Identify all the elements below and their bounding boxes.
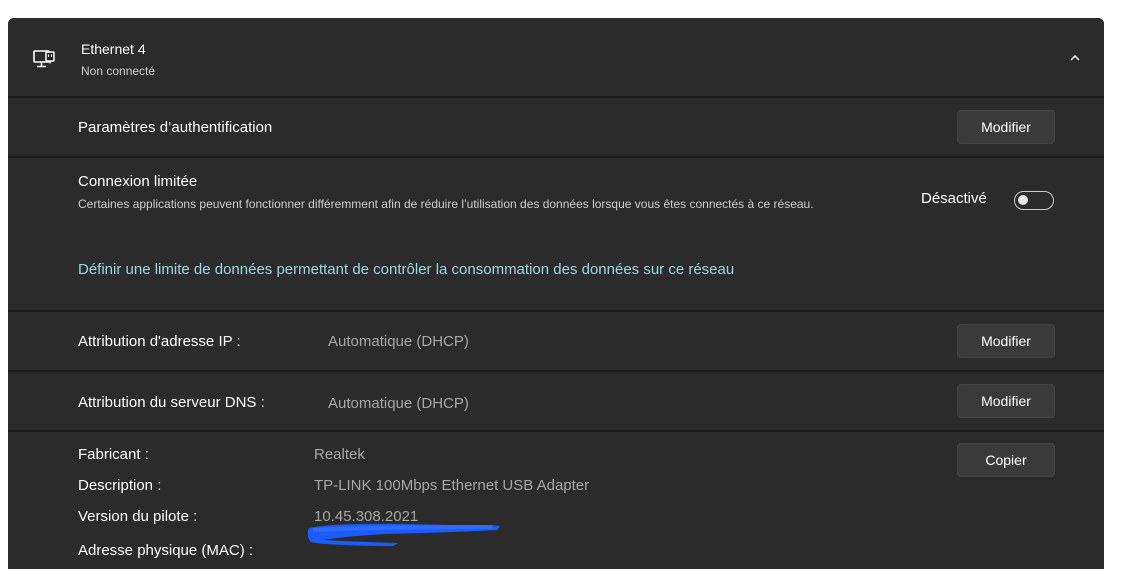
dns-assignment-row: Attribution du serveur DNS : Automatique… bbox=[8, 372, 1104, 430]
metered-connection-title: Connexion limitée bbox=[78, 173, 198, 190]
data-limit-link[interactable]: Définir une limite de données permettant… bbox=[78, 261, 734, 278]
dns-modify-button[interactable]: Modifier bbox=[957, 384, 1055, 418]
metered-connection-row: Connexion limitée Certaines applications… bbox=[8, 158, 1104, 310]
property-value: TP-LINK 100Mbps Ethernet USB Adapter bbox=[314, 477, 590, 494]
auth-settings-row: Paramètres d’authentification Modifier bbox=[8, 98, 1104, 156]
ip-assignment-label: Attribution d'adresse IP : bbox=[78, 333, 241, 350]
property-label: Adresse physique (MAC) : bbox=[78, 542, 254, 559]
ethernet-icon bbox=[33, 50, 55, 68]
adapter-header[interactable]: Ethernet 4 Non connecté bbox=[8, 18, 1104, 96]
auth-settings-label: Paramètres d’authentification bbox=[78, 119, 273, 136]
ip-modify-button[interactable]: Modifier bbox=[957, 324, 1055, 358]
adapter-title: Ethernet 4 bbox=[81, 41, 146, 57]
ethernet-settings-panel: Ethernet 4 Non connecté Paramètres d’aut… bbox=[8, 18, 1104, 569]
adapter-properties-row: Fabricant : Realtek Description : TP-LIN… bbox=[8, 432, 1104, 569]
copy-button[interactable]: Copier bbox=[957, 443, 1055, 477]
toggle-knob bbox=[1018, 195, 1028, 205]
property-label: Description : bbox=[78, 477, 162, 494]
ip-assignment-row: Attribution d'adresse IP : Automatique (… bbox=[8, 312, 1104, 370]
chevron-up-icon[interactable] bbox=[1067, 50, 1083, 66]
adapter-status: Non connecté bbox=[81, 64, 156, 78]
property-label: Fabricant : bbox=[78, 446, 149, 463]
metered-toggle-label: Désactivé bbox=[921, 190, 987, 207]
metered-connection-description: Certaines applications peuvent fonctionn… bbox=[78, 197, 814, 211]
metered-connection-toggle[interactable] bbox=[1014, 191, 1054, 210]
property-value: Realtek bbox=[314, 446, 365, 463]
auth-modify-button[interactable]: Modifier bbox=[957, 110, 1055, 144]
dns-assignment-value: Automatique (DHCP) bbox=[328, 395, 469, 412]
property-label: Version du pilote : bbox=[78, 508, 198, 525]
ip-assignment-value: Automatique (DHCP) bbox=[328, 333, 469, 350]
dns-assignment-label: Attribution du serveur DNS : bbox=[78, 394, 265, 411]
redaction-mark bbox=[307, 523, 500, 546]
